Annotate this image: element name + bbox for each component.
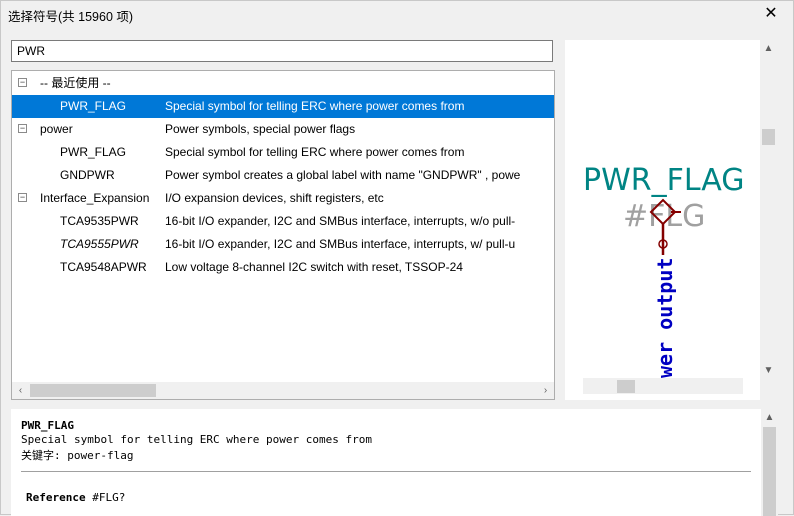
- info-scroll-up-arrow-icon[interactable]: ▲: [761, 409, 778, 426]
- scroll-up-arrow-icon[interactable]: ▲: [760, 40, 777, 57]
- tree-symbol-row[interactable]: PWR_FLAG Special symbol for telling ERC w…: [12, 141, 554, 164]
- tree-row-description: Power symbols, special power flags: [165, 122, 356, 136]
- tree-group-row[interactable]: − power Power symbols, special power flags: [12, 118, 554, 141]
- tree-row-name: Interface_Expansion: [40, 191, 150, 205]
- info-reference-line: Reference #FLG?: [26, 491, 125, 504]
- title-bar: 选择符号(共 15960 项) ✕: [1, 1, 793, 27]
- preview-value-text: PWR_FLAG: [583, 163, 745, 198]
- tree-horizontal-scrollbar[interactable]: ‹ ›: [12, 382, 554, 399]
- preview-vertical-scrollbar[interactable]: ▲ ▼: [760, 40, 777, 400]
- close-button[interactable]: ✕: [749, 1, 793, 27]
- tree-row-description: 16-bit I/O expander, I2C and SMBus inter…: [165, 237, 516, 251]
- info-symbol-name: PWR_FLAG: [21, 419, 74, 432]
- window-title: 选择符号(共 15960 项): [8, 10, 134, 24]
- info-scroll-thumb[interactable]: [763, 427, 776, 516]
- tree-row-name: TCA9555PWR: [60, 237, 139, 251]
- preview-pin-type-text: wer output: [653, 258, 677, 378]
- symbol-tree: TCA9548APWR Low voltage 8-channel I2C swi…: [11, 70, 555, 400]
- tree-scroll-thumb[interactable]: [30, 384, 156, 397]
- tree-row-name: TCA9535PWR: [60, 214, 139, 228]
- collapse-toggle-icon[interactable]: −: [18, 78, 27, 87]
- tree-group-row[interactable]: − Interface_Expansion I/O expansion device…: [12, 187, 554, 210]
- tree-row-name: PWR_FLAG: [60, 145, 127, 159]
- search-field[interactable]: [11, 40, 553, 62]
- preview-canvas: PWR_FLAG #FLG wer output: [583, 163, 745, 378]
- tree-row-description: Special symbol for telling ERC where pow…: [165, 145, 465, 159]
- tree-row-name: TCA9548APWR: [60, 260, 147, 274]
- collapse-toggle-icon[interactable]: −: [18, 124, 27, 133]
- scroll-left-arrow-icon[interactable]: ‹: [12, 382, 29, 399]
- tree-symbol-row[interactable]: TCA9535PWR 16-bit I/O expander, I2C and S…: [12, 210, 554, 233]
- info-description: Special symbol for telling ERC where pow…: [21, 433, 372, 446]
- symbol-preview: PWR_FLAG #FLG wer output ▲ ▼: [565, 40, 777, 400]
- tree-row-description: 16-bit I/O expander, I2C and SMBus inter…: [165, 214, 516, 228]
- preview-horizontal-scrollbar[interactable]: [583, 378, 743, 394]
- search-input[interactable]: [12, 41, 552, 61]
- symbol-info-panel: PWR_FLAG Special symbol for telling ERC …: [11, 409, 777, 516]
- info-reference-label: Reference: [26, 491, 86, 504]
- tree-row-description: Power symbol creates a global label with…: [165, 168, 521, 182]
- scroll-right-arrow-icon[interactable]: ›: [537, 382, 554, 399]
- info-keywords: 关键字: power-flag: [21, 449, 134, 462]
- preview-v-scroll-thumb[interactable]: [762, 129, 775, 145]
- tree-row-name: PWR_FLAG: [60, 99, 127, 113]
- preview-h-scroll-thumb[interactable]: [617, 380, 635, 393]
- tree-symbol-row[interactable]: TCA9548APWR Low voltage 8-channel I2C swi…: [12, 256, 554, 279]
- tree-symbol-row[interactable]: TCA9555PWR 16-bit I/O expander, I2C and S…: [12, 233, 554, 256]
- tree-symbol-row[interactable]: GNDPWR Power symbol creates a global labe…: [12, 164, 554, 187]
- tree-symbol-row[interactable]: PWR_FLAG Special symbol for telling ERC w…: [12, 95, 554, 118]
- info-reference-value: #FLG?: [92, 491, 126, 504]
- info-divider: [21, 471, 751, 472]
- collapse-toggle-icon[interactable]: −: [18, 193, 27, 202]
- tree-row-name: -- 最近使用 --: [40, 76, 111, 90]
- tree-group-row[interactable]: − -- 最近使用 --: [12, 72, 554, 95]
- info-vertical-scrollbar[interactable]: ▲: [761, 409, 778, 516]
- scroll-down-arrow-icon[interactable]: ▼: [760, 362, 777, 379]
- tree-row-description: I/O expansion devices, shift registers, …: [165, 191, 384, 205]
- tree-row-name: GNDPWR: [60, 168, 115, 182]
- tree-row-description: Low voltage 8-channel I2C switch with re…: [165, 260, 463, 274]
- tree-row-description: Special symbol for telling ERC where pow…: [165, 99, 465, 113]
- tree-row-name: power: [40, 122, 73, 136]
- symbol-chooser-window: 选择符号(共 15960 项) ✕ TCA9548APWR Low voltage…: [0, 0, 794, 516]
